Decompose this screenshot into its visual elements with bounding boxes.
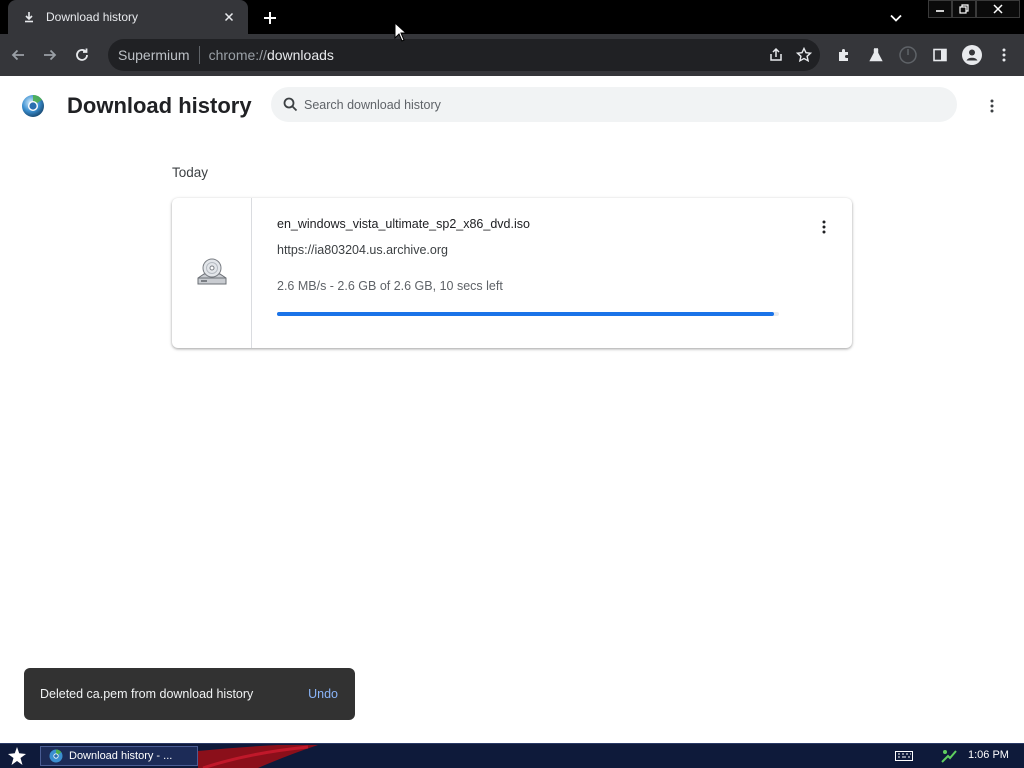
date-section-label: Today	[172, 165, 209, 180]
new-tab-button[interactable]	[258, 6, 282, 30]
tab-title: Download history	[46, 10, 139, 24]
item-menu-button[interactable]	[812, 215, 836, 239]
bookmark-star-icon[interactable]	[792, 43, 816, 67]
keyboard-icon[interactable]	[895, 750, 913, 762]
arrow-right-icon	[44, 49, 57, 61]
close-icon	[993, 4, 1003, 14]
disc-drive-icon	[197, 258, 226, 285]
chevron-down-icon	[890, 14, 902, 22]
file-name[interactable]: en_windows_vista_ultimate_sp2_x86_dvd.is…	[277, 217, 530, 231]
reload-button[interactable]	[68, 41, 96, 69]
search-box[interactable]	[271, 87, 957, 122]
restore-icon	[959, 4, 969, 14]
window-controls	[928, 0, 1020, 18]
clock[interactable]: 1:06 PM	[968, 749, 1009, 761]
restore-button[interactable]	[952, 0, 976, 18]
downloads-header: Download history	[0, 76, 1024, 136]
tab-downloads[interactable]: Download history	[8, 0, 248, 34]
download-progress-bar	[277, 312, 779, 316]
file-source-url[interactable]: https://ia803204.us.archive.org	[277, 243, 448, 257]
download-icon	[22, 10, 36, 24]
download-status: 2.6 MB/s - 2.6 GB of 2.6 GB, 10 secs lef…	[277, 279, 503, 293]
download-item: en_windows_vista_ultimate_sp2_x86_dvd.is…	[172, 198, 852, 348]
undo-toast: Deleted ca.pem from download history Und…	[24, 668, 355, 720]
performance-icon[interactable]	[892, 39, 924, 71]
side-panel-icon[interactable]	[924, 39, 956, 71]
download-progress-fill	[277, 312, 774, 316]
search-icon	[283, 97, 298, 112]
more-vert-icon	[990, 99, 994, 113]
network-icon[interactable]	[940, 748, 958, 764]
more-vert-icon	[822, 220, 826, 234]
file-icon-area	[172, 198, 252, 348]
profile-icon[interactable]	[956, 39, 988, 71]
arrow-left-icon	[11, 49, 24, 61]
tab-strip: Download history	[0, 0, 1024, 34]
start-star-icon	[8, 747, 26, 765]
labs-icon[interactable]	[860, 39, 892, 71]
browser-menu-icon[interactable]	[988, 39, 1020, 71]
taskbar-item-browser[interactable]: Download history - ...	[40, 746, 198, 766]
close-tab-icon[interactable]	[220, 8, 238, 26]
url-host: downloads	[266, 47, 334, 63]
plus-icon	[264, 12, 276, 24]
address-bar[interactable]: Supermium chrome:// downloads	[108, 39, 820, 71]
site-chip[interactable]: Supermium	[118, 47, 190, 63]
browser-app-icon	[49, 749, 63, 763]
start-button[interactable]	[4, 745, 30, 767]
minimize-icon	[936, 10, 944, 12]
close-window-button[interactable]	[976, 0, 1020, 18]
taskbar: Download history - ... 1:06 PM	[0, 743, 1024, 768]
url-scheme: chrome://	[208, 47, 267, 63]
search-input[interactable]	[304, 97, 904, 112]
back-button[interactable]	[4, 41, 32, 69]
tab-search-button[interactable]	[884, 8, 908, 28]
forward-button[interactable]	[36, 41, 64, 69]
mouse-cursor-icon	[394, 22, 408, 42]
taskbar-item-label: Download history - ...	[69, 750, 173, 762]
page-menu-button[interactable]	[980, 94, 1004, 118]
app-logo-icon	[21, 94, 45, 118]
minimize-button[interactable]	[928, 0, 952, 18]
page-title: Download history	[67, 93, 252, 118]
toast-message: Deleted ca.pem from download history	[40, 687, 254, 701]
reload-icon	[76, 48, 88, 61]
wallpaper-flare	[198, 745, 318, 768]
extensions-icon[interactable]	[828, 39, 860, 71]
omnibox-divider	[198, 46, 200, 64]
share-icon[interactable]	[764, 43, 788, 67]
browser-toolbar: Supermium chrome:// downloads	[0, 34, 1024, 76]
undo-button[interactable]: Undo	[308, 687, 338, 701]
